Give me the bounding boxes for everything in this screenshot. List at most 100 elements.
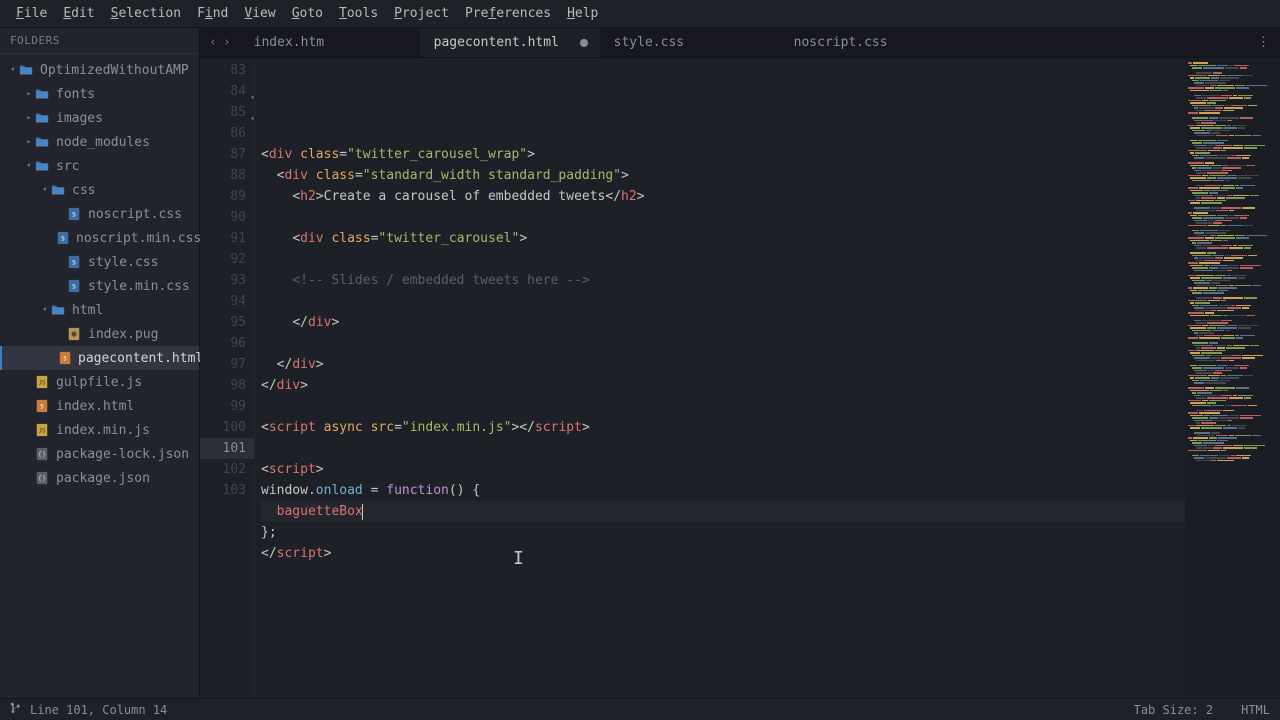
- line-number[interactable]: 83: [200, 60, 254, 81]
- line-number[interactable]: 98: [200, 375, 254, 396]
- tab-history-forward[interactable]: ›: [220, 35, 234, 50]
- code-line[interactable]: [261, 396, 1185, 417]
- code-line[interactable]: </div>: [261, 354, 1185, 375]
- gutter[interactable]: 8384▾85▾86878889909192939495969798991001…: [200, 58, 255, 698]
- folder-OptimizedWithoutAMP[interactable]: ▾OptimizedWithoutAMP: [0, 58, 199, 82]
- code-line[interactable]: [261, 438, 1185, 459]
- menu-find[interactable]: Find: [189, 2, 236, 25]
- line-number[interactable]: 92: [200, 249, 254, 270]
- code-line[interactable]: };: [261, 522, 1185, 543]
- tab-label: style.css: [614, 35, 684, 50]
- json-icon: {}: [34, 446, 50, 462]
- menu-view[interactable]: View: [236, 2, 283, 25]
- folder-node_modules[interactable]: ▸node_modules: [0, 130, 199, 154]
- js-icon: JS: [34, 374, 50, 390]
- code-line[interactable]: window.onload = function() {: [261, 480, 1185, 501]
- folder-fonts[interactable]: ▸fonts: [0, 82, 199, 106]
- menu-tools[interactable]: Tools: [331, 2, 386, 25]
- disclosure-icon[interactable]: ▾: [40, 185, 50, 195]
- folder-css[interactable]: ▾css: [0, 178, 199, 202]
- file-noscript-min-css[interactable]: Snoscript.min.css: [0, 226, 199, 250]
- line-number[interactable]: 90: [200, 207, 254, 228]
- line-number[interactable]: 84▾: [200, 81, 254, 102]
- disclosure-icon[interactable]: ▸: [24, 89, 34, 99]
- line-number[interactable]: 86: [200, 123, 254, 144]
- code-line[interactable]: <div class="twitter_carousel">: [261, 228, 1185, 249]
- code-area[interactable]: I <div class="twitter_carousel_wrap"> <d…: [255, 58, 1185, 698]
- tab-style-css[interactable]: style.css: [600, 28, 780, 57]
- status-tab-size[interactable]: Tab Size: 2: [1134, 703, 1213, 717]
- line-number[interactable]: 85▾: [200, 102, 254, 123]
- file-gulpfile-js[interactable]: JSgulpfile.js: [0, 370, 199, 394]
- line-number[interactable]: 100: [200, 417, 254, 438]
- css-icon: S: [56, 230, 70, 246]
- folder-tree: ▾OptimizedWithoutAMP▸fonts▸images▸node_m…: [0, 54, 199, 494]
- code-line[interactable]: [261, 249, 1185, 270]
- disclosure-icon[interactable]: ▸: [24, 137, 34, 147]
- code-line[interactable]: <script async src="index.min.js"></scrip…: [261, 417, 1185, 438]
- line-number[interactable]: 88: [200, 165, 254, 186]
- code-line[interactable]: <div class="standard_width standard_padd…: [261, 165, 1185, 186]
- folder-open-icon: [50, 302, 66, 318]
- code-line[interactable]: </script>: [261, 543, 1185, 564]
- line-number[interactable]: 91: [200, 228, 254, 249]
- tab-pagecontent-html[interactable]: pagecontent.html: [420, 28, 600, 57]
- folders-header: FOLDERS: [0, 28, 199, 54]
- minimap[interactable]: [1185, 58, 1280, 698]
- line-number[interactable]: 94: [200, 291, 254, 312]
- folder-src[interactable]: ▾src: [0, 154, 199, 178]
- line-number[interactable]: 99: [200, 396, 254, 417]
- line-number[interactable]: 87: [200, 144, 254, 165]
- menu-selection[interactable]: Selection: [103, 2, 189, 25]
- code-line[interactable]: baguetteBox: [261, 501, 1185, 522]
- code-line[interactable]: <!-- Slides / embedded tweets here -->: [261, 270, 1185, 291]
- tab-noscript-css[interactable]: noscript.css: [780, 28, 960, 57]
- folder-images[interactable]: ▸images: [0, 106, 199, 130]
- line-number[interactable]: 97: [200, 354, 254, 375]
- file-package-lock-json[interactable]: {}package-lock.json: [0, 442, 199, 466]
- code-line[interactable]: [261, 333, 1185, 354]
- status-syntax[interactable]: HTML: [1241, 703, 1270, 717]
- tab-index-htm[interactable]: index.htm: [240, 28, 420, 57]
- file-style-min-css[interactable]: Sstyle.min.css: [0, 274, 199, 298]
- line-number[interactable]: 93: [200, 270, 254, 291]
- editor[interactable]: 8384▾85▾86878889909192939495969798991001…: [200, 58, 1280, 698]
- line-number[interactable]: 95: [200, 312, 254, 333]
- code-line[interactable]: <script>: [261, 459, 1185, 480]
- line-number[interactable]: 89: [200, 186, 254, 207]
- menu-file[interactable]: File: [8, 2, 55, 25]
- line-number[interactable]: 102: [200, 459, 254, 480]
- menu-project[interactable]: Project: [386, 2, 457, 25]
- menu-goto[interactable]: Goto: [284, 2, 331, 25]
- code-line[interactable]: </div>: [261, 375, 1185, 396]
- code-line[interactable]: [261, 123, 1185, 144]
- menu-help[interactable]: Help: [559, 2, 606, 25]
- file-index-pug[interactable]: index.pug: [0, 322, 199, 346]
- disclosure-icon[interactable]: ▾: [8, 65, 18, 75]
- code-line[interactable]: </div>: [261, 312, 1185, 333]
- file-style-css[interactable]: Sstyle.css: [0, 250, 199, 274]
- disclosure-icon[interactable]: ▾: [40, 305, 50, 315]
- branch-icon[interactable]: [10, 702, 22, 717]
- tree-item-label: style.min.css: [88, 279, 190, 294]
- file-index-html[interactable]: 5index.html: [0, 394, 199, 418]
- file-noscript-css[interactable]: Snoscript.css: [0, 202, 199, 226]
- disclosure-icon[interactable]: ▸: [24, 113, 34, 123]
- line-number[interactable]: 96: [200, 333, 254, 354]
- tab-history-back[interactable]: ‹: [206, 35, 220, 50]
- file-package-json[interactable]: {}package.json: [0, 466, 199, 490]
- code-line[interactable]: [261, 207, 1185, 228]
- line-number[interactable]: 103: [200, 480, 254, 501]
- code-line[interactable]: [261, 291, 1185, 312]
- tabs-menu-icon[interactable]: ⋮: [1247, 28, 1280, 57]
- code-line[interactable]: <h2>Create a carousel of embedded tweets…: [261, 186, 1185, 207]
- sidebar: FOLDERS ▾OptimizedWithoutAMP▸fonts▸image…: [0, 28, 200, 698]
- line-number[interactable]: 101: [200, 438, 254, 459]
- code-line[interactable]: <div class="twitter_carousel_wrap">: [261, 144, 1185, 165]
- file-pagecontent-html[interactable]: 5pagecontent.html: [0, 346, 199, 370]
- disclosure-icon[interactable]: ▾: [24, 161, 34, 171]
- folder-html[interactable]: ▾html: [0, 298, 199, 322]
- file-index-min-js[interactable]: JSindex.min.js: [0, 418, 199, 442]
- menu-edit[interactable]: Edit: [55, 2, 102, 25]
- menu-preferences[interactable]: Preferences: [457, 2, 559, 25]
